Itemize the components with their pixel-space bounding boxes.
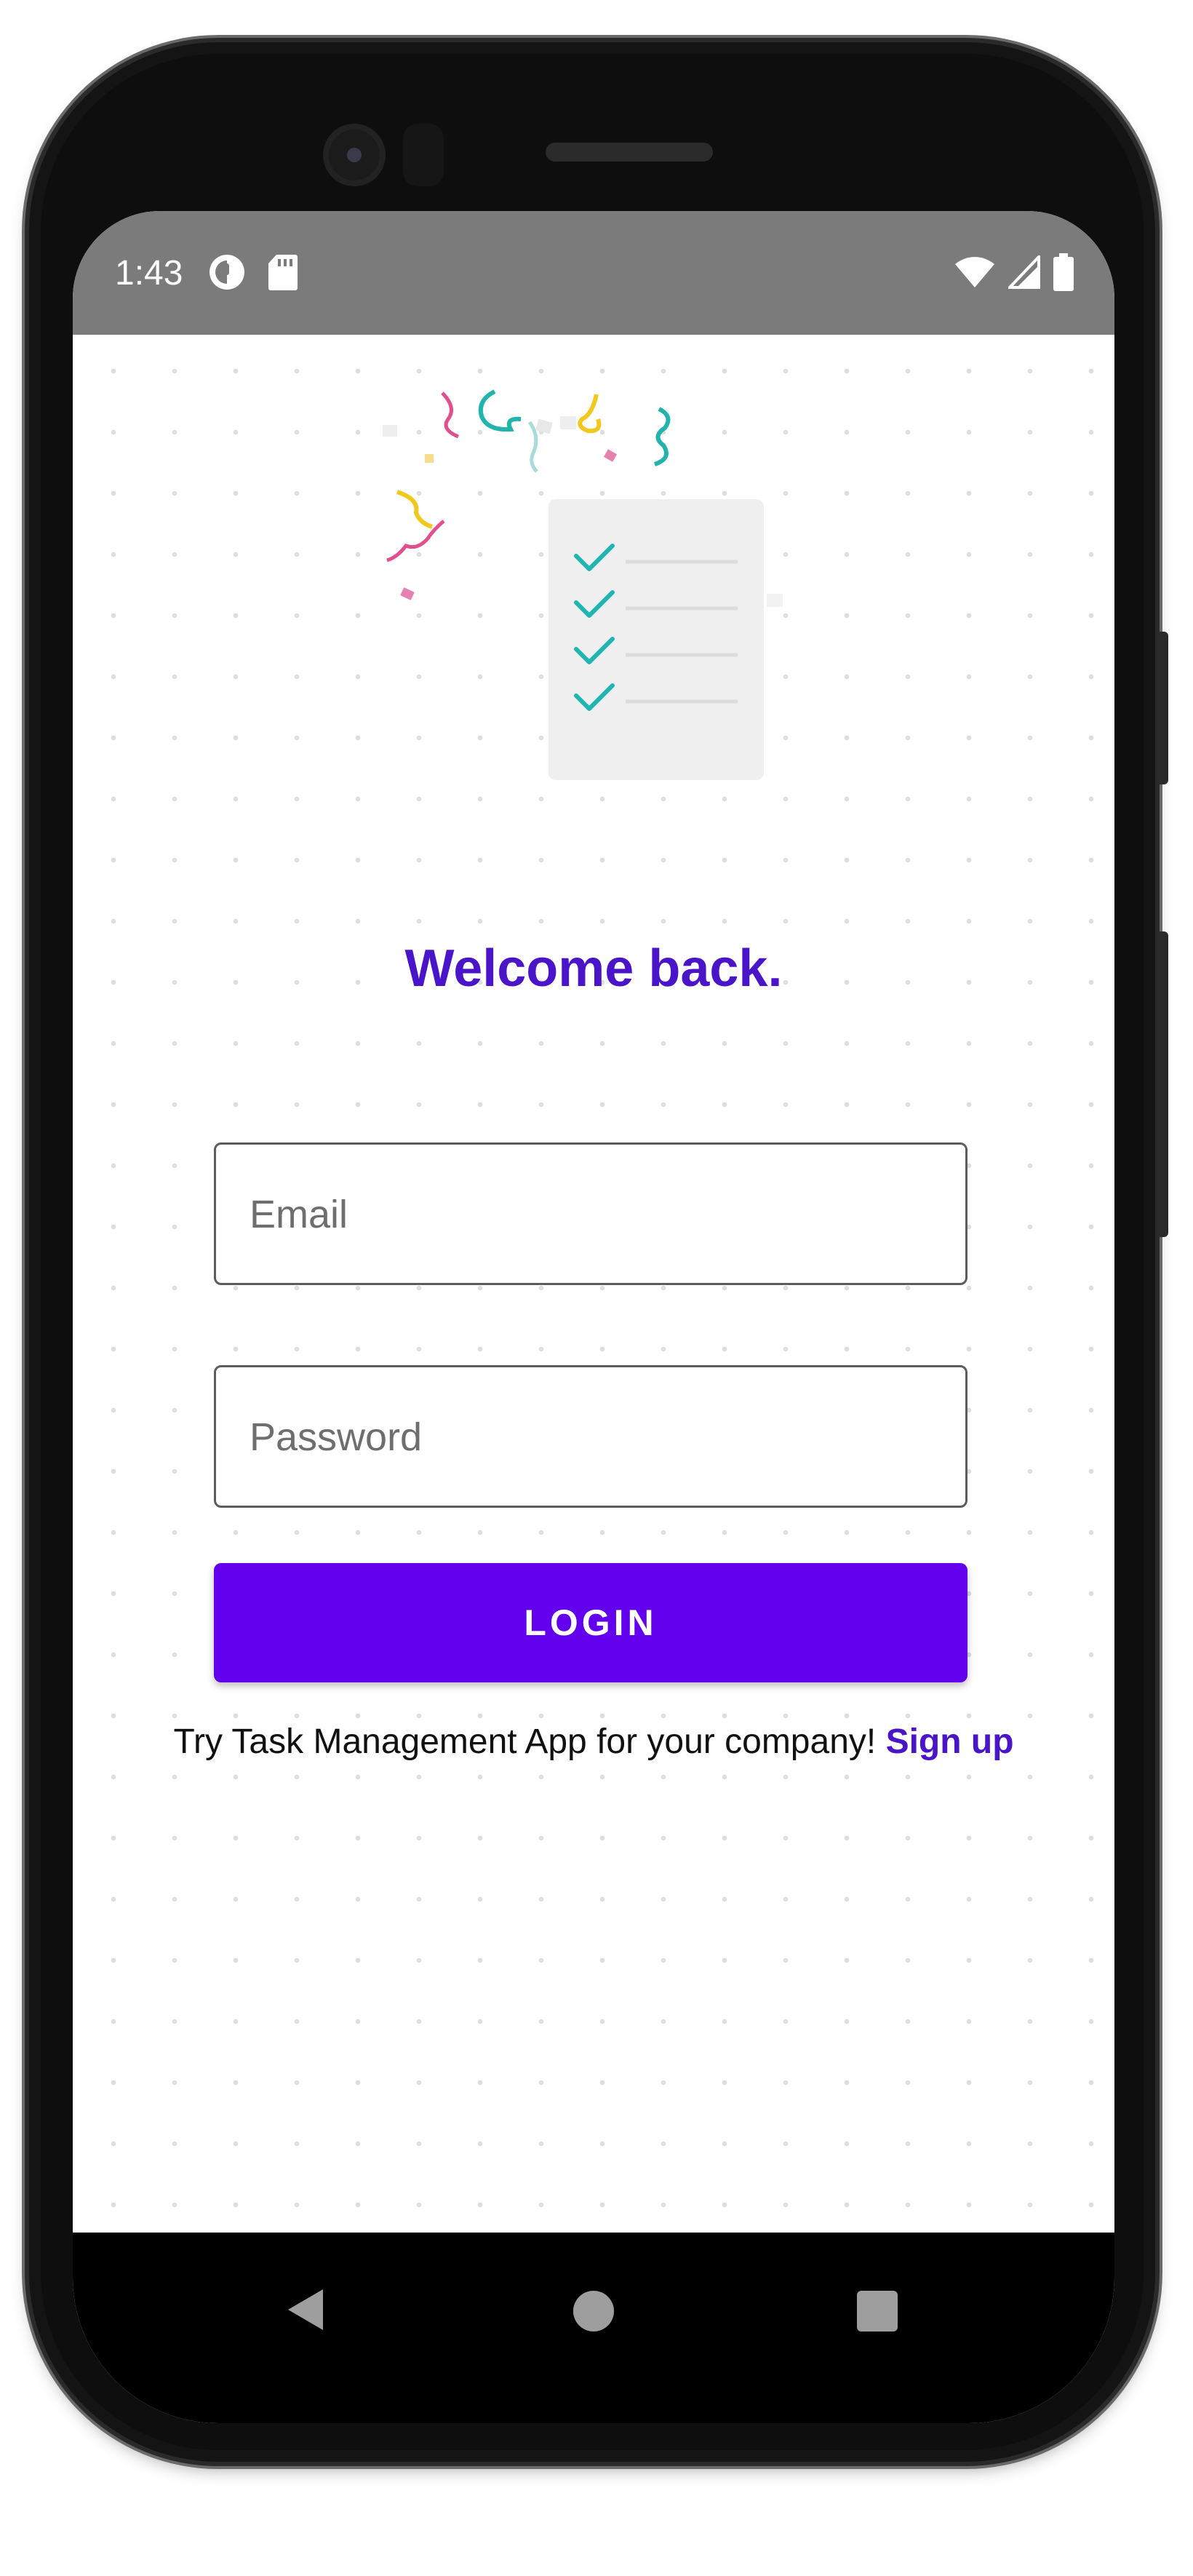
email-input[interactable] [248,1145,935,1284]
navigation-bar [73,2233,1114,2423]
task-checklist-illustration [383,389,783,780]
signup-row: Try Task Management App for your company… [73,1722,1114,1762]
volume-button [1158,632,1168,784]
phone-frame: 1:43 Welcome back. Email LOGIN Try Task … [29,42,1168,2462]
app-notification-icon [210,255,244,290]
login-screen: Welcome back. LOGIN Try Task Management … [73,335,1114,2233]
back-icon[interactable] [285,2286,326,2333]
power-button [1158,931,1168,1237]
signup-link[interactable]: Sign up [886,1722,1014,1761]
battery-icon [1053,253,1074,291]
welcome-title: Welcome back. [404,939,783,998]
wifi-icon [955,257,994,287]
email-field[interactable] [214,1142,967,1285]
cellular-signal-icon [1008,255,1040,289]
login-button[interactable]: LOGIN [214,1563,967,1682]
status-left-icons [208,253,298,291]
screen: 1:43 Welcome back. Email LOGIN Try Task … [73,211,1114,2423]
sd-card-icon [268,255,298,290]
front-camera [323,124,386,186]
earpiece-speaker [546,143,713,162]
status-right-icons [954,253,1074,291]
password-field[interactable] [214,1365,967,1508]
recent-apps-icon[interactable] [857,2291,898,2331]
password-input[interactable] [248,1367,935,1507]
proximity-sensor [403,124,444,186]
home-icon[interactable] [573,2291,614,2331]
status-time: 1:43 [115,254,183,293]
status-bar: 1:43 [73,211,1114,335]
signup-prompt: Try Task Management App for your company… [173,1722,877,1761]
